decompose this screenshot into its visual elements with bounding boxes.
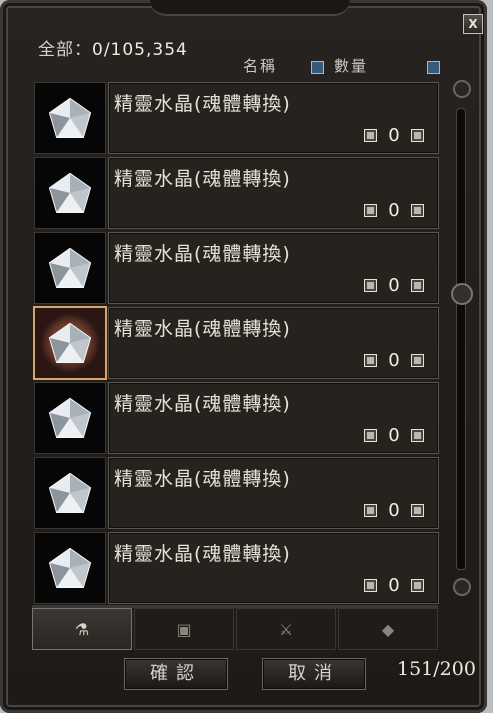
crystal-window: X 全部：0/105,354 名稱 數量 精靈水晶(魂體轉換) 0 精靈水晶(魂體轉… bbox=[0, 0, 487, 713]
item-icon-slot[interactable] bbox=[34, 157, 106, 229]
crystal-icon bbox=[48, 172, 92, 213]
increase-button[interactable] bbox=[411, 129, 424, 142]
increase-button[interactable] bbox=[411, 354, 424, 367]
decrease-button[interactable] bbox=[364, 504, 377, 517]
item-quantity: 0 bbox=[388, 425, 400, 446]
item-row[interactable]: 精靈水晶(魂體轉換) 0 bbox=[32, 380, 439, 454]
decrease-button[interactable] bbox=[364, 204, 377, 217]
item-quantity: 0 bbox=[388, 125, 400, 146]
cancel-button[interactable]: 取消 bbox=[262, 658, 366, 690]
quantity-stepper: 0 bbox=[364, 125, 424, 146]
category-tab[interactable]: ⚔ bbox=[236, 608, 336, 650]
increase-button[interactable] bbox=[411, 429, 424, 442]
crystal-icon bbox=[48, 397, 92, 438]
increase-button[interactable] bbox=[411, 279, 424, 292]
category-tab[interactable]: ◆ bbox=[338, 608, 438, 650]
item-quantity: 0 bbox=[388, 500, 400, 521]
quantity-stepper: 0 bbox=[364, 200, 424, 221]
item-row[interactable]: 精靈水晶(魂體轉換) 0 bbox=[32, 155, 439, 229]
item-icon-slot[interactable] bbox=[34, 457, 106, 529]
scroll-thumb[interactable] bbox=[451, 283, 473, 305]
item-body[interactable]: 精靈水晶(魂體轉換) 0 bbox=[108, 382, 439, 454]
crystal-icon bbox=[48, 472, 92, 513]
total-value: 0/105,354 bbox=[92, 40, 188, 60]
quantity-stepper: 0 bbox=[364, 350, 424, 371]
increase-button[interactable] bbox=[411, 579, 424, 592]
quantity-stepper: 0 bbox=[364, 425, 424, 446]
increase-button[interactable] bbox=[411, 204, 424, 217]
scroll-up-icon[interactable] bbox=[453, 80, 471, 98]
scroll-track[interactable] bbox=[456, 108, 466, 570]
item-icon-slot[interactable] bbox=[34, 232, 106, 304]
item-name: 精靈水晶(魂體轉換) bbox=[114, 393, 291, 415]
decrease-button[interactable] bbox=[364, 579, 377, 592]
top-ornament bbox=[150, 0, 350, 16]
decrease-button[interactable] bbox=[364, 354, 377, 367]
armor-icon: ▣ bbox=[176, 619, 192, 639]
sort-name-arrow-icon[interactable] bbox=[311, 61, 324, 74]
item-row[interactable]: 精靈水晶(魂體轉換) 0 bbox=[32, 80, 439, 154]
category-tabs: ⚗ ▣ ⚔ ◆ bbox=[32, 605, 438, 650]
capacity-counter: 151/200 bbox=[397, 658, 476, 680]
item-name: 精靈水晶(魂體轉換) bbox=[114, 318, 291, 340]
item-quantity: 0 bbox=[388, 350, 400, 371]
quantity-stepper: 0 bbox=[364, 275, 424, 296]
quantity-stepper: 0 bbox=[364, 575, 424, 596]
scroll-down-icon[interactable] bbox=[453, 578, 471, 596]
item-name: 精靈水晶(魂體轉換) bbox=[114, 168, 291, 190]
decrease-button[interactable] bbox=[364, 129, 377, 142]
item-body[interactable]: 精靈水晶(魂體轉換) 0 bbox=[108, 307, 439, 379]
item-icon-slot[interactable] bbox=[34, 532, 106, 604]
category-tab[interactable]: ⚗ bbox=[32, 608, 132, 650]
item-quantity: 0 bbox=[388, 575, 400, 596]
decrease-button[interactable] bbox=[364, 429, 377, 442]
item-name: 精靈水晶(魂體轉換) bbox=[114, 543, 291, 565]
total-counter: 全部：0/105,354 bbox=[38, 35, 188, 60]
sort-qty-label: 數量 bbox=[334, 57, 369, 75]
item-body[interactable]: 精靈水晶(魂體轉換) 0 bbox=[108, 157, 439, 229]
close-button[interactable]: X bbox=[463, 14, 483, 34]
crystal-icon bbox=[48, 547, 92, 588]
item-icon-slot[interactable] bbox=[34, 382, 106, 454]
item-row[interactable]: 精靈水晶(魂體轉換) 0 bbox=[32, 230, 439, 304]
item-quantity: 0 bbox=[388, 275, 400, 296]
decrease-button[interactable] bbox=[364, 279, 377, 292]
crystal-icon bbox=[48, 97, 92, 138]
item-name: 精靈水晶(魂體轉換) bbox=[114, 93, 291, 115]
item-quantity: 0 bbox=[388, 200, 400, 221]
confirm-button[interactable]: 確認 bbox=[124, 658, 228, 690]
increase-button[interactable] bbox=[411, 504, 424, 517]
category-tab[interactable]: ▣ bbox=[134, 608, 234, 650]
item-row[interactable]: 精靈水晶(魂體轉換) 0 bbox=[32, 455, 439, 529]
item-body[interactable]: 精靈水晶(魂體轉換) 0 bbox=[108, 532, 439, 604]
quantity-stepper: 0 bbox=[364, 500, 424, 521]
item-name: 精靈水晶(魂體轉換) bbox=[114, 243, 291, 265]
total-label: 全部： bbox=[38, 40, 92, 60]
item-icon-slot[interactable] bbox=[33, 306, 107, 380]
item-row[interactable]: 精靈水晶(魂體轉換) 0 bbox=[32, 530, 439, 604]
item-body[interactable]: 精靈水晶(魂體轉換) 0 bbox=[108, 232, 439, 304]
potion-icon: ⚗ bbox=[74, 619, 90, 639]
item-name: 精靈水晶(魂體轉換) bbox=[114, 468, 291, 490]
item-body[interactable]: 精靈水晶(魂體轉換) 0 bbox=[108, 82, 439, 154]
crystal-icon bbox=[48, 322, 92, 363]
item-icon-slot[interactable] bbox=[34, 82, 106, 154]
item-row[interactable]: 精靈水晶(魂體轉換) 0 bbox=[32, 305, 439, 380]
crystal-icon bbox=[48, 247, 92, 288]
sort-qty-arrow-icon[interactable] bbox=[427, 61, 440, 74]
item-body[interactable]: 精靈水晶(魂體轉換) 0 bbox=[108, 457, 439, 529]
material-icon: ◆ bbox=[381, 619, 395, 639]
weapon-icon: ⚔ bbox=[278, 619, 294, 639]
scrollbar[interactable] bbox=[451, 78, 473, 600]
sort-name-label: 名稱 bbox=[243, 57, 278, 75]
